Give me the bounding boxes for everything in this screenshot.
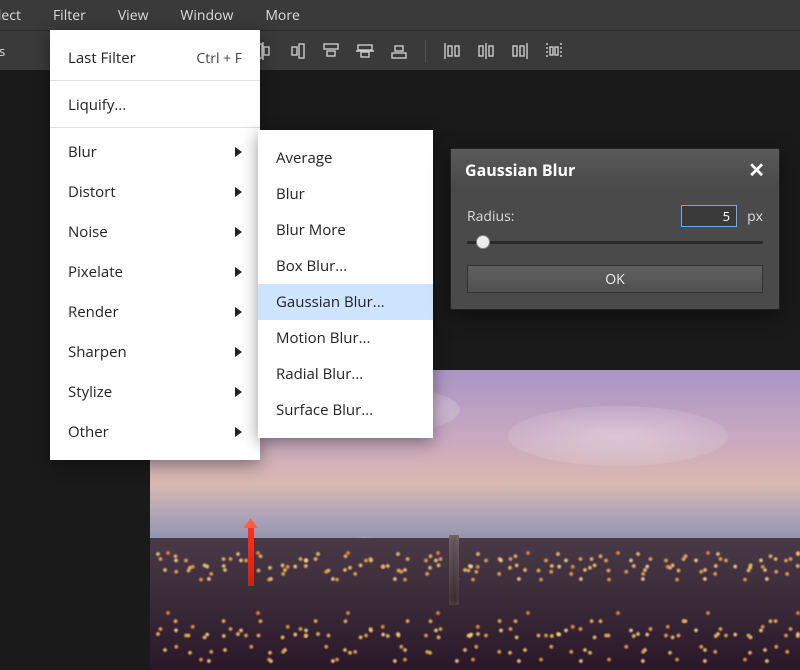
submenu-item-radial-blur[interactable]: Radial Blur...: [258, 356, 433, 392]
submenu-item-surface-blur[interactable]: Surface Blur...: [258, 392, 433, 428]
submenu-item-box-blur[interactable]: Box Blur...: [258, 248, 433, 284]
menu-item-stylize[interactable]: Stylize: [50, 372, 260, 412]
menu-item-label: Noise: [68, 222, 108, 242]
align-top-icon[interactable]: [321, 41, 341, 61]
menu-item-noise[interactable]: Noise: [50, 212, 260, 252]
menu-item-pixelate[interactable]: Pixelate: [50, 252, 260, 292]
menu-item-label: Motion Blur...: [276, 328, 370, 348]
menu-item-sharpen[interactable]: Sharpen: [50, 332, 260, 372]
submenu-item-motion-blur[interactable]: Motion Blur...: [258, 320, 433, 356]
radius-unit: px: [747, 207, 763, 226]
align-center-v-icon[interactable]: [355, 41, 375, 61]
submenu-item-average[interactable]: Average: [258, 140, 433, 176]
menu-item-label: Gaussian Blur...: [276, 292, 385, 312]
submenu-item-blur-more[interactable]: Blur More: [258, 212, 433, 248]
menu-item-other[interactable]: Other: [50, 412, 260, 452]
blur-submenu: Average Blur Blur More Box Blur... Gauss…: [258, 130, 433, 438]
menu-item-label: Other: [68, 422, 109, 442]
menu-item-label: Average: [276, 148, 332, 168]
distribute-center-icon[interactable]: [476, 41, 496, 61]
chevron-right-icon: [235, 427, 242, 437]
menu-filter[interactable]: Filter: [37, 0, 102, 31]
menu-item-last-filter[interactable]: Last Filter Ctrl + F: [50, 38, 260, 81]
submenu-item-gaussian-blur[interactable]: Gaussian Blur...: [258, 284, 433, 320]
menu-item-label: Stylize: [68, 382, 112, 402]
ok-button[interactable]: OK: [467, 265, 763, 293]
menu-item-label: Last Filter: [68, 48, 136, 68]
distribute-right-icon[interactable]: [510, 41, 530, 61]
menu-view[interactable]: View: [102, 0, 165, 31]
align-right-icon[interactable]: [287, 41, 307, 61]
distribute-left-icon[interactable]: [442, 41, 462, 61]
radius-input[interactable]: [681, 205, 737, 227]
filter-menu: Last Filter Ctrl + F Liquify... Blur Dis…: [50, 30, 260, 460]
menu-item-label: Distort: [68, 182, 116, 202]
dialog-titlebar[interactable]: Gaussian Blur ✕: [451, 149, 779, 191]
menu-item-distort[interactable]: Distort: [50, 172, 260, 212]
menu-item-label: Render: [68, 302, 119, 322]
menu-item-render[interactable]: Render: [50, 292, 260, 332]
menu-window[interactable]: Window: [164, 0, 249, 31]
chevron-right-icon: [235, 387, 242, 397]
menu-item-label: Box Blur...: [276, 256, 347, 276]
menu-more[interactable]: More: [249, 0, 316, 31]
submenu-item-blur[interactable]: Blur: [258, 176, 433, 212]
chevron-right-icon: [235, 227, 242, 237]
menu-item-blur[interactable]: Blur: [50, 132, 260, 172]
menu-bar: elect Filter View Window More: [0, 0, 800, 30]
radius-slider[interactable]: [467, 233, 763, 251]
menu-item-label: Surface Blur...: [276, 400, 373, 420]
slider-track: [467, 241, 763, 244]
chevron-right-icon: [235, 147, 242, 157]
menu-item-liquify[interactable]: Liquify...: [50, 85, 260, 128]
menu-select[interactable]: elect: [0, 0, 37, 31]
chevron-right-icon: [235, 347, 242, 357]
slider-thumb[interactable]: [476, 235, 490, 249]
menu-item-label: Blur: [68, 142, 97, 162]
distribute-spacing-icon[interactable]: [544, 41, 564, 61]
menu-item-label: Sharpen: [68, 342, 127, 362]
toolbar-separator: [425, 40, 426, 62]
chevron-right-icon: [235, 187, 242, 197]
chevron-right-icon: [235, 307, 242, 317]
align-bottom-icon[interactable]: [389, 41, 409, 61]
menu-item-label: Blur More: [276, 220, 346, 240]
menu-item-label: Liquify...: [68, 95, 126, 115]
toolbar-label: trols: [0, 42, 5, 60]
dialog-title: Gaussian Blur: [465, 159, 575, 181]
radius-label: Radius:: [467, 207, 514, 226]
menu-shortcut: Ctrl + F: [196, 49, 242, 68]
close-icon[interactable]: ✕: [748, 160, 765, 180]
menu-item-label: Radial Blur...: [276, 364, 363, 384]
menu-item-label: Pixelate: [68, 262, 123, 282]
menu-item-label: Blur: [276, 184, 305, 204]
gaussian-blur-dialog: Gaussian Blur ✕ Radius: px OK: [450, 148, 780, 310]
chevron-right-icon: [235, 267, 242, 277]
